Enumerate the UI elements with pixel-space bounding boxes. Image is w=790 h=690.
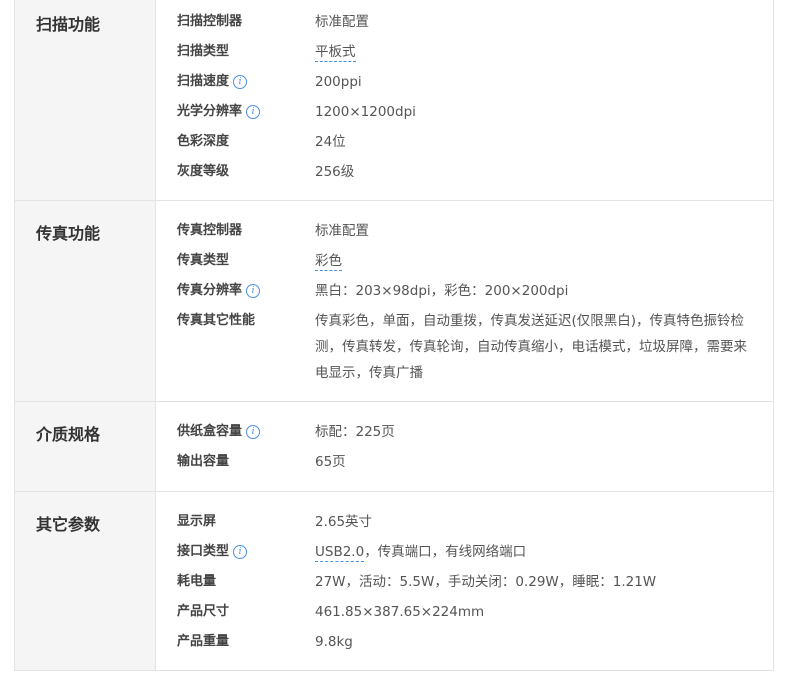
section-scan: 扫描功能 扫描控制器 标准配置 扫描类型 平板式 扫描速度 i 200ppi 光学… xyxy=(15,0,773,200)
section-title: 扫描功能 xyxy=(15,0,156,200)
spec-label: 产品尺寸 xyxy=(177,604,230,619)
spec-row: 扫描速度 i 200ppi xyxy=(177,67,773,97)
spec-value: 24位 xyxy=(315,134,346,150)
section-body: 供纸盒容量 i 标配：225页 输出容量 65页 xyxy=(156,402,773,491)
spec-label: 产品重量 xyxy=(177,634,230,649)
info-circle-icon[interactable]: i xyxy=(246,105,261,119)
spec-label: 传真控制器 xyxy=(177,223,243,238)
spec-row: 传真类型 彩色 xyxy=(177,246,773,276)
glossary-link[interactable]: 平板式 xyxy=(315,44,356,62)
spec-value: 平板式 xyxy=(315,37,773,67)
spec-label: 光学分辨率 i xyxy=(177,97,315,127)
spec-value: 256级 xyxy=(315,164,355,180)
section-body: 显示屏 2.65英寸 接口类型 i USB2.0，传真端口，有线网络端口 耗电量 … xyxy=(156,492,773,670)
spec-value: 65页 xyxy=(315,454,346,470)
spec-value: 标准配置 xyxy=(315,223,369,239)
spec-row: 灰度等级 256级 xyxy=(177,157,773,187)
spec-value: 200ppi xyxy=(315,74,362,90)
spec-row: 显示屏 2.65英寸 xyxy=(177,507,773,537)
spec-label: 供纸盒容量 i xyxy=(177,417,315,447)
section-title-text: 介质规格 xyxy=(36,425,101,444)
spec-row: 扫描控制器 标准配置 xyxy=(177,7,773,37)
spec-row: 传真分辨率 i 黑白：203×98dpi，彩色：200×200dpi xyxy=(177,276,773,306)
spec-value: 标准配置 xyxy=(315,14,369,30)
section-title: 其它参数 xyxy=(15,492,156,670)
spec-value: 传真彩色，单面，自动重拨，传真发送延迟(仅限黑白)，传真特色振铃检测，传真转发，… xyxy=(315,313,747,381)
info-circle-icon[interactable]: i xyxy=(233,545,248,559)
spec-row: 耗电量 27W，活动：5.5W，手动关闭：0.29W，睡眠：1.21W xyxy=(177,567,773,597)
spec-table: 扫描功能 扫描控制器 标准配置 扫描类型 平板式 扫描速度 i 200ppi 光学… xyxy=(14,0,774,671)
spec-label: 耗电量 xyxy=(177,574,217,589)
spec-label: 输出容量 xyxy=(177,454,230,469)
spec-row: 供纸盒容量 i 标配：225页 xyxy=(177,417,773,447)
section-title-text: 扫描功能 xyxy=(36,15,101,34)
section-title: 传真功能 xyxy=(15,201,156,401)
spec-row: 产品重量 9.8kg xyxy=(177,627,773,657)
spec-value: 1200×1200dpi xyxy=(315,104,416,120)
spec-value: 2.65英寸 xyxy=(315,514,373,530)
section-title-text: 传真功能 xyxy=(36,224,101,243)
spec-value: 461.85×387.65×224mm xyxy=(315,604,485,620)
spec-label: 传真其它性能 xyxy=(177,313,256,328)
spec-row: 接口类型 i USB2.0，传真端口，有线网络端口 xyxy=(177,537,773,567)
spec-row: 传真其它性能 传真彩色，单面，自动重拨，传真发送延迟(仅限黑白)，传真特色振铃检… xyxy=(177,306,773,386)
spec-label: 接口类型 i xyxy=(177,537,315,567)
spec-label: 色彩深度 xyxy=(177,134,230,149)
spec-row: 扫描类型 平板式 xyxy=(177,37,773,67)
spec-row: 色彩深度 24位 xyxy=(177,127,773,157)
section-title: 介质规格 xyxy=(15,402,156,491)
glossary-link[interactable]: 彩色 xyxy=(315,253,342,271)
section-media: 介质规格 供纸盒容量 i 标配：225页 输出容量 65页 xyxy=(15,401,773,491)
spec-row: 传真控制器 标准配置 xyxy=(177,216,773,246)
spec-row: 输出容量 65页 xyxy=(177,447,773,477)
info-circle-icon[interactable]: i xyxy=(246,425,261,439)
spec-label: 扫描类型 xyxy=(177,44,230,59)
section-body: 扫描控制器 标准配置 扫描类型 平板式 扫描速度 i 200ppi 光学分辨率 i … xyxy=(156,0,773,200)
info-circle-icon[interactable]: i xyxy=(233,75,248,89)
spec-value: 黑白：203×98dpi，彩色：200×200dpi xyxy=(315,283,569,299)
spec-value: 9.8kg xyxy=(315,634,353,650)
section-other: 其它参数 显示屏 2.65英寸 接口类型 i USB2.0，传真端口，有线网络端口… xyxy=(15,491,773,670)
spec-value: 彩色 xyxy=(315,246,773,276)
section-body: 传真控制器 标准配置 传真类型 彩色 传真分辨率 i 黑白：203×98dpi，彩… xyxy=(156,201,773,401)
spec-label: 扫描控制器 xyxy=(177,14,243,29)
spec-value: USB2.0，传真端口，有线网络端口 xyxy=(315,544,527,562)
section-fax: 传真功能 传真控制器 标准配置 传真类型 彩色 传真分辨率 i 黑白：203×98… xyxy=(15,200,773,401)
section-title-text: 其它参数 xyxy=(36,515,101,534)
spec-row: 产品尺寸 461.85×387.65×224mm xyxy=(177,597,773,627)
spec-row: 光学分辨率 i 1200×1200dpi xyxy=(177,97,773,127)
spec-label: 显示屏 xyxy=(177,514,217,529)
spec-label: 传真类型 xyxy=(177,253,230,268)
glossary-link[interactable]: USB2.0 xyxy=(315,544,365,562)
spec-value: 标配：225页 xyxy=(315,424,395,440)
spec-label: 传真分辨率 i xyxy=(177,276,315,306)
info-circle-icon[interactable]: i xyxy=(246,284,261,298)
spec-value: 27W，活动：5.5W，手动关闭：0.29W，睡眠：1.21W xyxy=(315,574,657,590)
spec-label: 灰度等级 xyxy=(177,164,230,179)
spec-label: 扫描速度 i xyxy=(177,67,315,97)
